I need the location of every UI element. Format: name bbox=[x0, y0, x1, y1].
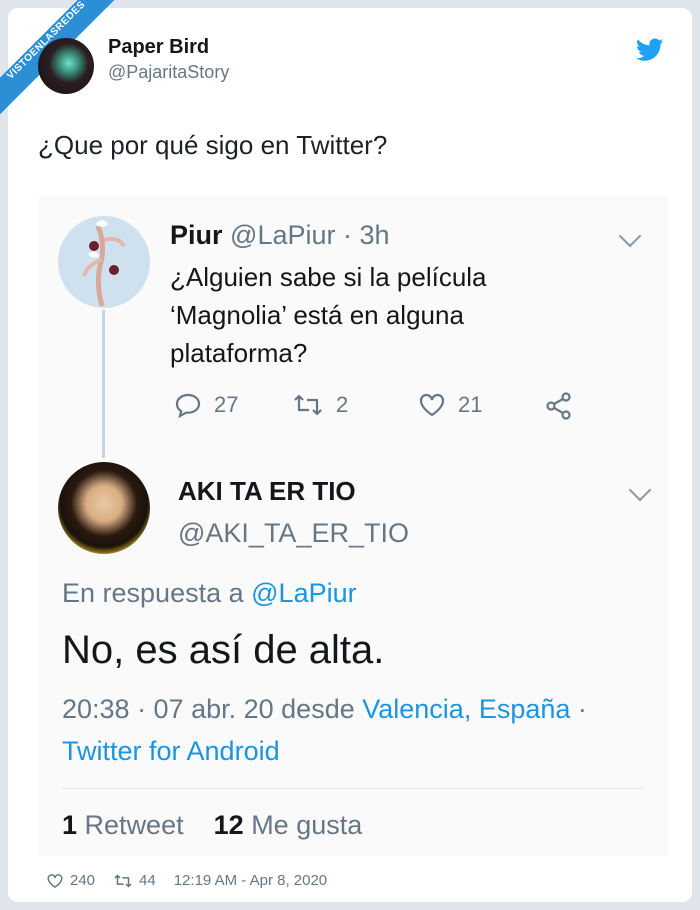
share-action bbox=[544, 392, 586, 420]
reply-stats: 1 Retweet 12 Me gusta bbox=[62, 810, 362, 841]
reply-client: Twitter for Android bbox=[62, 736, 280, 766]
author-name[interactable]: Paper Bird bbox=[108, 36, 209, 59]
retweet-icon bbox=[114, 874, 132, 887]
aki-handle: @AKI_TA_ER_TIO bbox=[178, 518, 409, 548]
piur-tweet-text: ¿Alguien sabe si la película ‘Magnolia’ … bbox=[170, 262, 487, 368]
author-handle[interactable]: @PajaritaStory bbox=[108, 62, 229, 83]
reply-to: En respuesta a @LaPiur bbox=[62, 578, 357, 609]
flower-figure-icon bbox=[82, 220, 126, 307]
divider bbox=[62, 788, 644, 789]
heart-icon bbox=[419, 393, 445, 417]
reply-timestamp: 20:38 · 07 abr. 20 desde bbox=[62, 694, 355, 724]
tweet-card: VISTOENLASREDES .com Paper Bird @Pajarit… bbox=[0, 0, 692, 902]
footer-retweet-count: 44 bbox=[139, 872, 156, 889]
like-action: 21 bbox=[418, 392, 482, 418]
share-icon bbox=[546, 392, 571, 420]
reply-mention: @LaPiur bbox=[251, 578, 357, 608]
retweet-total: 1 bbox=[62, 810, 78, 840]
author-avatar[interactable] bbox=[38, 38, 94, 94]
screenshot-image: Piur @LaPiur · 3h ¿Alguien sabe si la pe… bbox=[38, 196, 668, 856]
aki-avatar bbox=[58, 462, 150, 554]
tweet-footer: 240 44 12:19 AM - Apr 8, 2020 bbox=[46, 872, 327, 889]
footer-datetime[interactable]: 12:19 AM - Apr 8, 2020 bbox=[174, 872, 327, 889]
reply-location: Valencia, España bbox=[362, 694, 571, 724]
piur-avatar bbox=[58, 216, 150, 308]
twitter-bird-icon[interactable] bbox=[636, 38, 664, 62]
reply-count: 27 bbox=[214, 392, 239, 417]
footer-like[interactable]: 240 bbox=[46, 872, 95, 889]
retweet-icon bbox=[294, 394, 322, 416]
meta-separator: · bbox=[577, 694, 587, 724]
retweet-action: 2 bbox=[292, 392, 348, 418]
reply-action: 27 bbox=[174, 392, 238, 418]
piur-name: Piur bbox=[170, 220, 223, 250]
tweet-text: ¿Que por qué sigo en Twitter? bbox=[38, 130, 388, 160]
reply-prefix: En respuesta a bbox=[62, 578, 244, 608]
aki-name: AKI TA ER TIO bbox=[178, 476, 356, 506]
aki-tweet-text: No, es así de alta. bbox=[62, 628, 385, 672]
likes-label: Me gusta bbox=[251, 810, 363, 840]
likes-total: 12 bbox=[213, 810, 244, 840]
chevron-down-icon bbox=[628, 478, 652, 502]
like-count: 21 bbox=[458, 392, 483, 417]
chevron-down-icon bbox=[618, 224, 642, 248]
footer-retweet[interactable]: 44 bbox=[113, 872, 156, 889]
reply-icon bbox=[175, 393, 201, 418]
piur-header: Piur @LaPiur · 3h bbox=[170, 220, 390, 251]
footer-like-count: 240 bbox=[70, 872, 96, 889]
reply-meta: 20:38 · 07 abr. 20 desde Valencia, Españ… bbox=[62, 688, 662, 772]
retweet-count: 2 bbox=[336, 392, 349, 417]
heart-icon bbox=[47, 873, 63, 888]
retweet-label: Retweet bbox=[84, 810, 184, 840]
piur-handle-time: @LaPiur · 3h bbox=[230, 220, 390, 250]
thread-line bbox=[102, 310, 105, 458]
